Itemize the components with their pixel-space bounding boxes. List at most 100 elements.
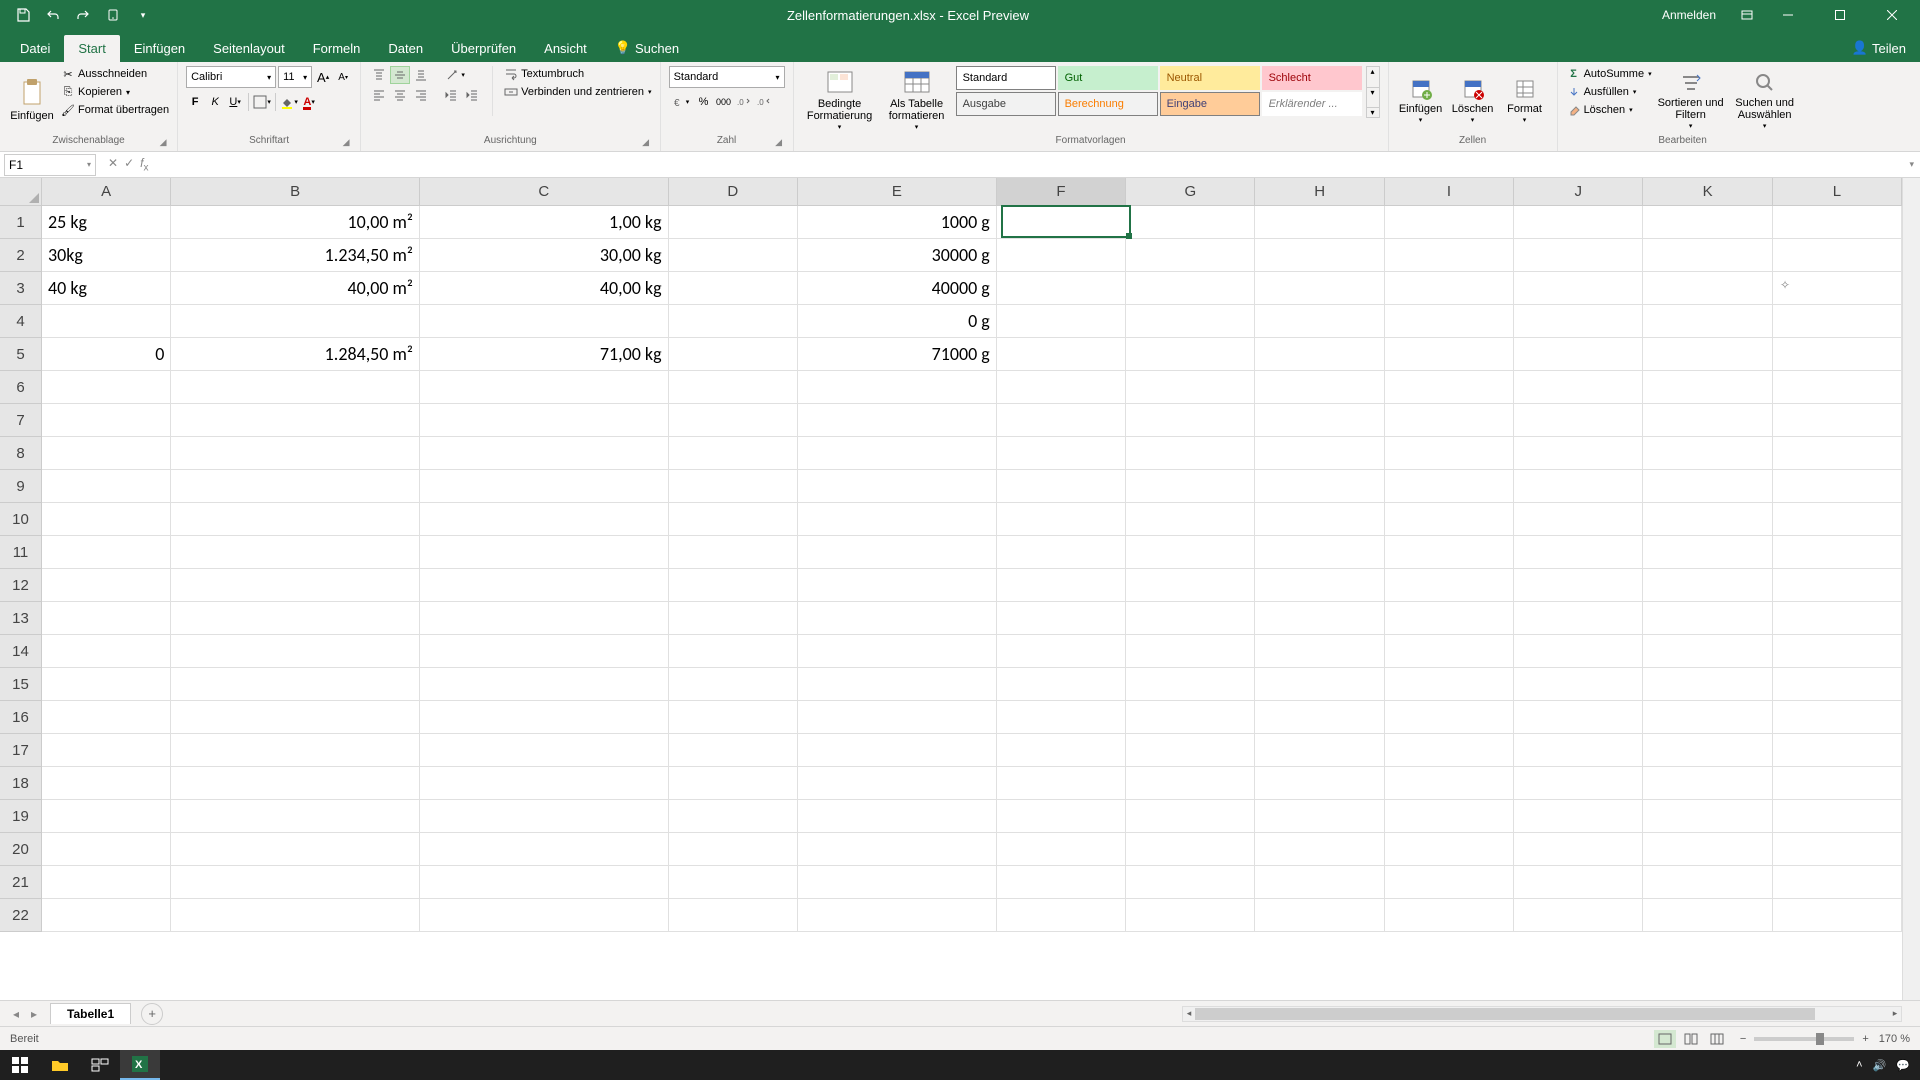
tray-chevron[interactable]: ˄ xyxy=(1856,1059,1862,1071)
cell-E19[interactable] xyxy=(798,800,997,833)
cell-E5[interactable]: 71000 g xyxy=(798,338,997,371)
cell-D21[interactable] xyxy=(669,866,798,899)
start-button[interactable] xyxy=(0,1050,40,1080)
cell-C16[interactable] xyxy=(420,701,669,734)
cell-C21[interactable] xyxy=(420,866,669,899)
cell-A17[interactable] xyxy=(42,734,171,767)
cell-D9[interactable] xyxy=(669,470,798,503)
cell-B3[interactable]: 40,00 m² xyxy=(171,272,420,305)
cell-C14[interactable] xyxy=(420,635,669,668)
cell-G14[interactable] xyxy=(1126,635,1255,668)
zoom-slider[interactable] xyxy=(1754,1037,1854,1041)
decrease-indent-button[interactable] xyxy=(441,86,461,104)
col-header-F[interactable]: F xyxy=(997,178,1126,206)
col-header-B[interactable]: B xyxy=(171,178,420,206)
ribbon-display-icon[interactable] xyxy=(1736,4,1758,26)
cell-B15[interactable] xyxy=(171,668,420,701)
increase-indent-button[interactable] xyxy=(462,86,482,104)
number-dialog-launcher[interactable]: ◢ xyxy=(773,137,785,149)
cell-A9[interactable] xyxy=(42,470,171,503)
tab-start[interactable]: Start xyxy=(64,35,119,62)
cell-L4[interactable] xyxy=(1773,305,1902,338)
cell-H15[interactable] xyxy=(1255,668,1384,701)
row-header-11[interactable]: 11 xyxy=(0,536,42,569)
style-cell-2[interactable]: Neutral xyxy=(1160,66,1260,90)
row-header-2[interactable]: 2 xyxy=(0,239,42,272)
cell-E2[interactable]: 30000 g xyxy=(798,239,997,272)
border-button[interactable]: ▾ xyxy=(253,92,271,112)
cell-D4[interactable] xyxy=(669,305,798,338)
row-header-14[interactable]: 14 xyxy=(0,635,42,668)
cell-H19[interactable] xyxy=(1255,800,1384,833)
vertical-scrollbar[interactable] xyxy=(1902,178,1920,1000)
cell-D11[interactable] xyxy=(669,536,798,569)
alignment-dialog-launcher[interactable]: ◢ xyxy=(640,137,652,149)
cell-C15[interactable] xyxy=(420,668,669,701)
font-name-combo[interactable]: Calibri▾ xyxy=(186,66,276,88)
cell-F5[interactable] xyxy=(997,338,1126,371)
cell-B14[interactable] xyxy=(171,635,420,668)
row-header-19[interactable]: 19 xyxy=(0,800,42,833)
cell-J5[interactable] xyxy=(1514,338,1643,371)
cell-L1[interactable] xyxy=(1773,206,1902,239)
cell-A19[interactable] xyxy=(42,800,171,833)
font-dialog-launcher[interactable]: ◢ xyxy=(340,137,352,149)
cell-H17[interactable] xyxy=(1255,734,1384,767)
cell-A4[interactable] xyxy=(42,305,171,338)
cell-I10[interactable] xyxy=(1385,503,1514,536)
cell-F20[interactable] xyxy=(997,833,1126,866)
cell-A10[interactable] xyxy=(42,503,171,536)
cell-B18[interactable] xyxy=(171,767,420,800)
col-header-L[interactable]: L xyxy=(1773,178,1902,206)
cell-G20[interactable] xyxy=(1126,833,1255,866)
cell-I2[interactable] xyxy=(1385,239,1514,272)
accounting-format-button[interactable]: €▾ xyxy=(669,92,693,112)
align-middle-button[interactable] xyxy=(390,66,410,84)
cell-G6[interactable] xyxy=(1126,371,1255,404)
cell-H14[interactable] xyxy=(1255,635,1384,668)
cell-G5[interactable] xyxy=(1126,338,1255,371)
cell-E8[interactable] xyxy=(798,437,997,470)
col-header-H[interactable]: H xyxy=(1255,178,1384,206)
cell-E6[interactable] xyxy=(798,371,997,404)
cell-F8[interactable] xyxy=(997,437,1126,470)
cell-E20[interactable] xyxy=(798,833,997,866)
cell-G7[interactable] xyxy=(1126,404,1255,437)
cell-B4[interactable] xyxy=(171,305,420,338)
cell-H2[interactable] xyxy=(1255,239,1384,272)
cell-L11[interactable] xyxy=(1773,536,1902,569)
cell-A18[interactable] xyxy=(42,767,171,800)
cell-H1[interactable] xyxy=(1255,206,1384,239)
cell-K19[interactable] xyxy=(1643,800,1772,833)
cell-D14[interactable] xyxy=(669,635,798,668)
gallery-up-button[interactable]: ▴ xyxy=(1367,67,1379,76)
cell-D20[interactable] xyxy=(669,833,798,866)
hscroll-right[interactable]: ▸ xyxy=(1889,1007,1901,1021)
col-header-I[interactable]: I xyxy=(1385,178,1514,206)
sheet-nav-first[interactable]: ◂ xyxy=(8,1007,24,1021)
qat-customize-icon[interactable]: ▾ xyxy=(132,4,154,26)
delete-cells-button[interactable]: Löschen▾ xyxy=(1449,66,1497,135)
tab-search[interactable]: 💡Suchen xyxy=(601,34,693,62)
cell-D16[interactable] xyxy=(669,701,798,734)
cell-F6[interactable] xyxy=(997,371,1126,404)
row-header-17[interactable]: 17 xyxy=(0,734,42,767)
cell-F21[interactable] xyxy=(997,866,1126,899)
cell-F13[interactable] xyxy=(997,602,1126,635)
tab-page-layout[interactable]: Seitenlayout xyxy=(199,35,299,62)
cell-G3[interactable] xyxy=(1126,272,1255,305)
cell-D12[interactable] xyxy=(669,569,798,602)
cell-K9[interactable] xyxy=(1643,470,1772,503)
row-header-8[interactable]: 8 xyxy=(0,437,42,470)
cell-L16[interactable] xyxy=(1773,701,1902,734)
cell-I5[interactable] xyxy=(1385,338,1514,371)
horizontal-scrollbar[interactable]: ◂ ▸ xyxy=(1182,1006,1902,1022)
cell-A5[interactable]: 0 xyxy=(42,338,171,371)
cell-G4[interactable] xyxy=(1126,305,1255,338)
view-normal-button[interactable] xyxy=(1654,1030,1676,1048)
find-select-button[interactable]: Suchen und Auswählen▾ xyxy=(1730,66,1800,135)
merge-center-button[interactable]: Verbinden und zentrieren▾ xyxy=(503,84,651,100)
cell-E11[interactable] xyxy=(798,536,997,569)
cell-I17[interactable] xyxy=(1385,734,1514,767)
cell-B19[interactable] xyxy=(171,800,420,833)
